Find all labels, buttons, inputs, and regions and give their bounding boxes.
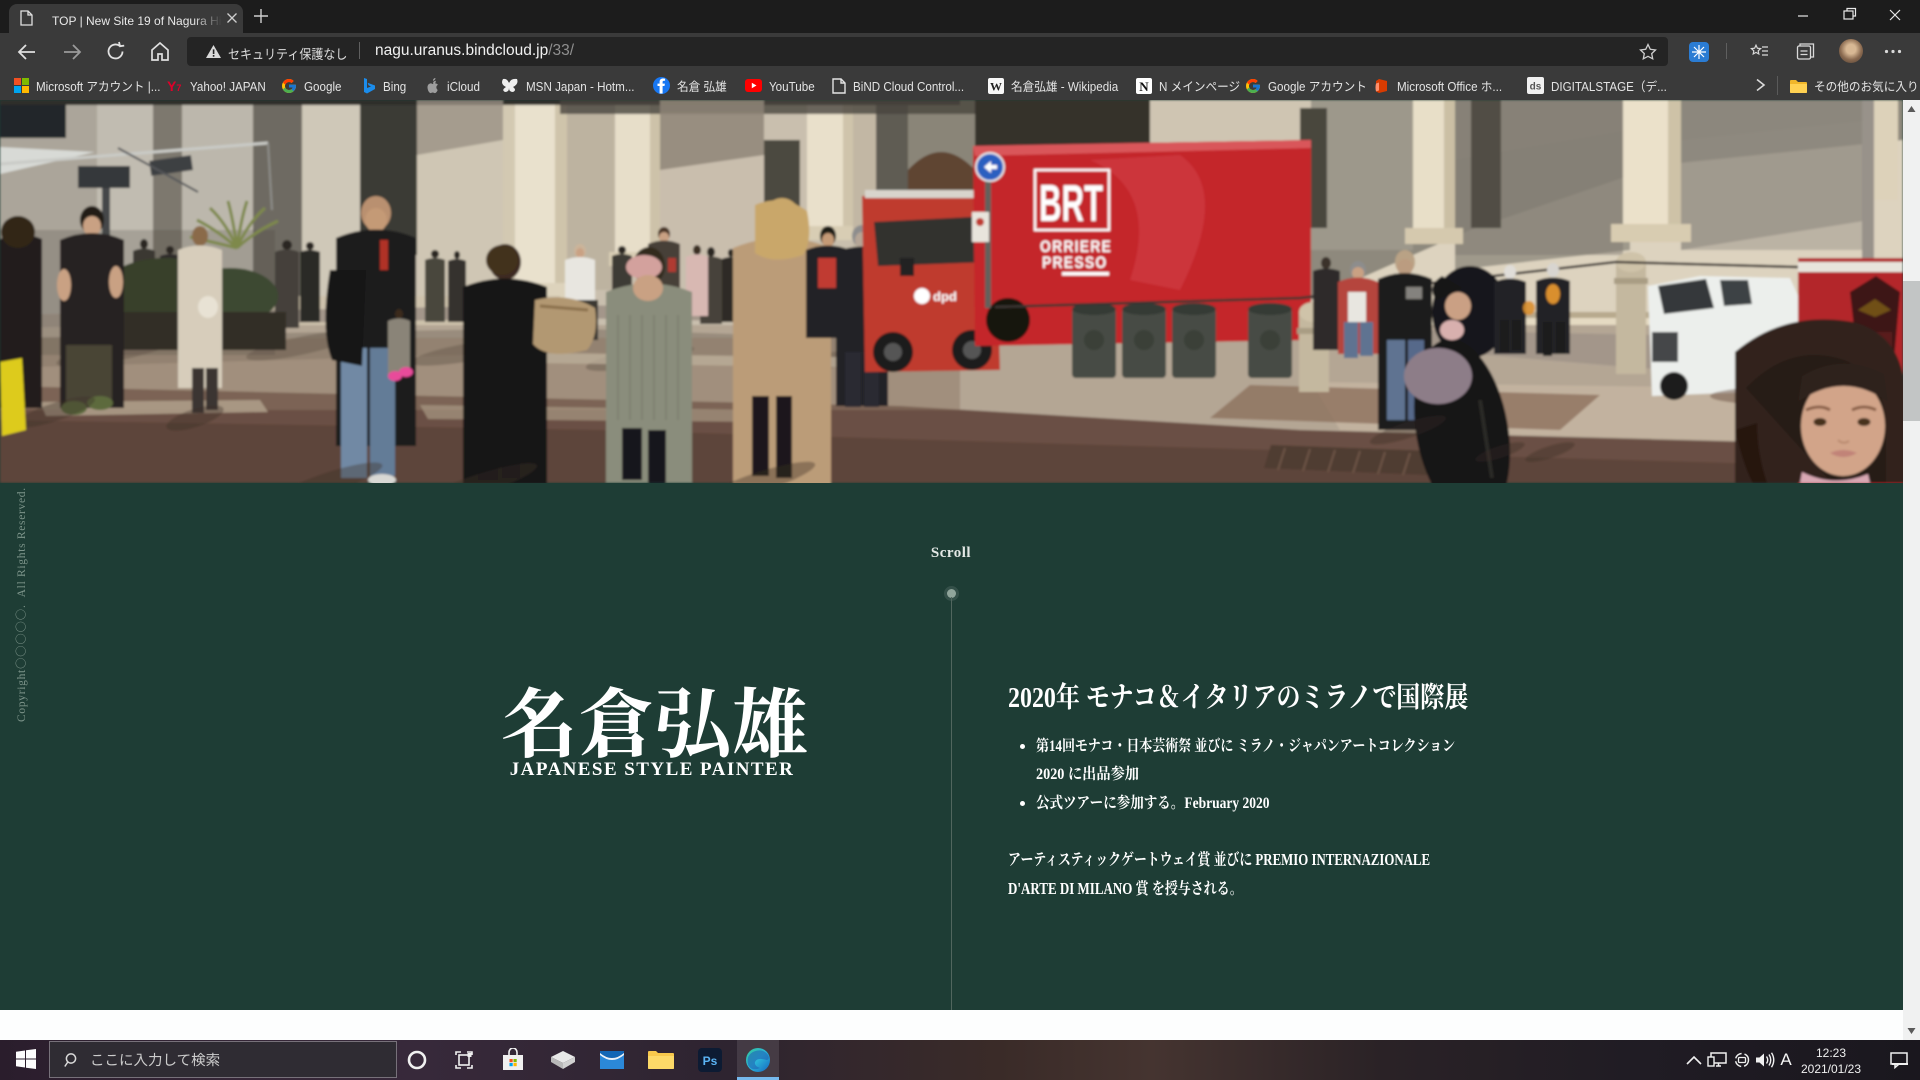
svg-text:N: N xyxy=(1139,79,1149,94)
svg-text:BRT: BRT xyxy=(1039,175,1103,233)
svg-text:dpd: dpd xyxy=(933,289,957,304)
svg-text:Ps: Ps xyxy=(703,1054,718,1068)
svg-text:Y7: Y7 xyxy=(167,79,181,93)
svg-text:PRESSO: PRESSO xyxy=(1042,254,1107,273)
svg-text:ds: ds xyxy=(1530,82,1542,93)
svg-text:W: W xyxy=(990,79,1002,93)
